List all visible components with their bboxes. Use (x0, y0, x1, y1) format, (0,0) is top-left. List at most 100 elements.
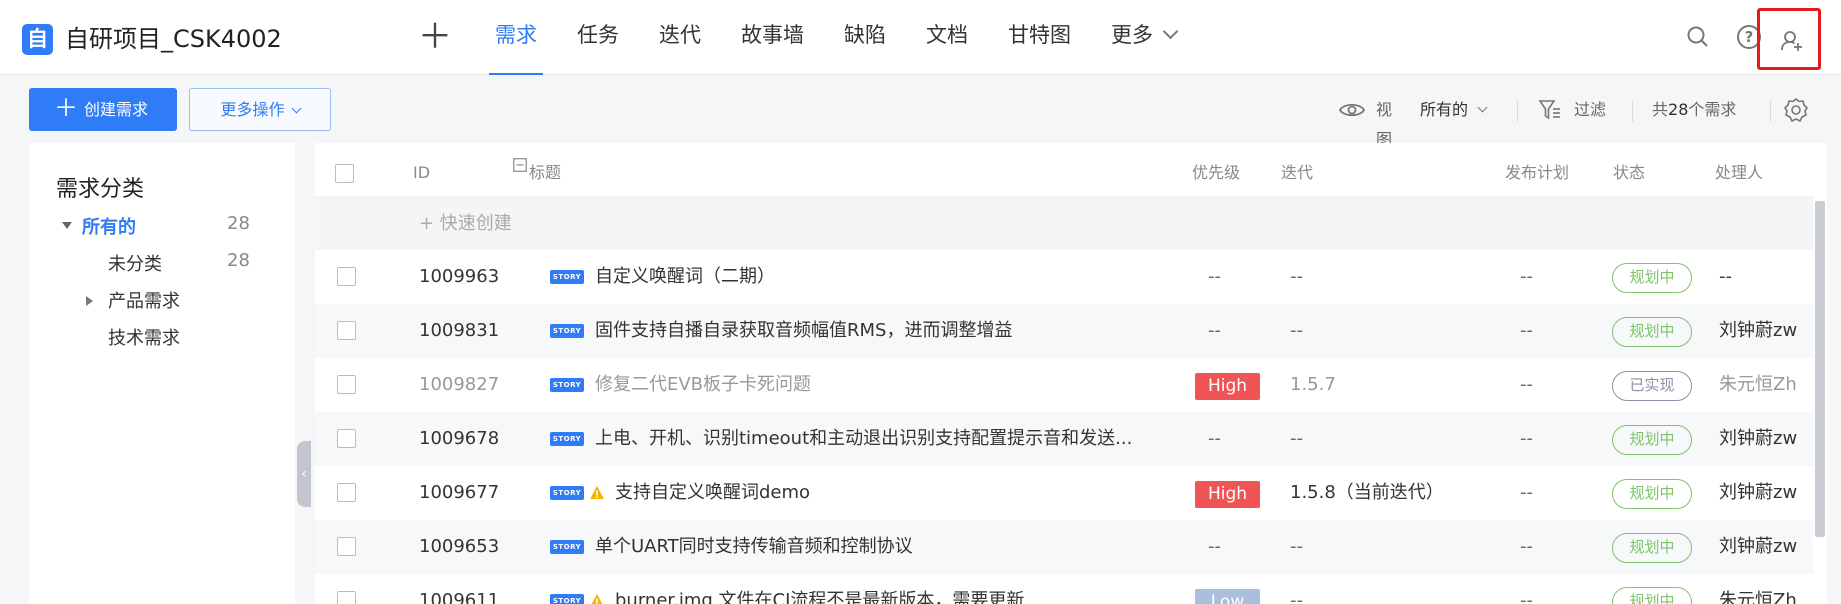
iteration-value[interactable]: -- (1290, 574, 1303, 604)
tab-more[interactable]: 更多 (1111, 0, 1179, 75)
add-member-button[interactable] (1757, 8, 1821, 70)
priority-value[interactable]: -- (1208, 412, 1221, 466)
priority-badge[interactable]: High (1195, 481, 1260, 508)
requirement-id[interactable]: 1009677 (419, 466, 499, 520)
status-badge[interactable]: 规划中 (1612, 587, 1692, 604)
row-checkbox[interactable] (337, 429, 356, 448)
release-value[interactable]: -- (1520, 358, 1533, 412)
assignee-value[interactable]: 刘钟蔚zw (1719, 304, 1813, 358)
row-checkbox[interactable] (337, 321, 356, 340)
priority-value[interactable]: -- (1208, 304, 1221, 358)
sidebar-item-all[interactable]: 所有的 (82, 213, 136, 239)
release-value[interactable]: -- (1520, 412, 1533, 466)
requirement-title[interactable]: 支持自定义唤醒词demo (615, 466, 810, 520)
requirement-title[interactable]: 上电、开机、识别timeout和主动退出识别支持配置提示音和发送... (595, 412, 1132, 466)
status-badge[interactable]: 规划中 (1612, 263, 1692, 293)
story-tag: STORY (550, 432, 584, 446)
requirement-title[interactable]: 自定义唤醒词（二期） (595, 250, 775, 304)
column-header-title[interactable]: 标题 (529, 158, 561, 188)
column-header-assignee[interactable]: 处理人 (1715, 158, 1763, 188)
settings-icon[interactable] (1783, 97, 1809, 127)
row-checkbox[interactable] (337, 375, 356, 394)
table-row[interactable]: 1009678 STORY 上电、开机、识别timeout和主动退出识别支持配置提示… (315, 412, 1813, 466)
more-actions-label: 更多操作 (220, 100, 285, 119)
row-checkbox[interactable] (337, 267, 356, 286)
release-value[interactable]: -- (1520, 304, 1533, 358)
collapse-all-icon[interactable] (513, 157, 527, 176)
sidebar-item-uncategorized[interactable]: 未分类 (108, 250, 162, 276)
priority-badge[interactable]: Low (1195, 589, 1260, 604)
tab-tasks[interactable]: 任务 (577, 0, 619, 75)
release-value[interactable]: -- (1520, 520, 1533, 574)
release-value[interactable]: -- (1520, 466, 1533, 520)
status-badge[interactable]: 已实现 (1612, 371, 1692, 401)
priority-value[interactable]: -- (1208, 520, 1221, 574)
iteration-value[interactable]: 1.5.7 (1290, 358, 1336, 412)
sidebar-item-tech[interactable]: 技术需求 (108, 324, 180, 350)
assignee-value[interactable]: 刘钟蔚zw (1719, 412, 1813, 466)
assignee-value[interactable]: 朱元恒Zh (1719, 574, 1813, 604)
status-badge[interactable]: 规划中 (1612, 479, 1692, 509)
tab-documents[interactable]: 文档 (926, 0, 968, 75)
tab-story-wall[interactable]: 故事墙 (741, 0, 804, 75)
status-badge[interactable]: 规划中 (1612, 317, 1692, 347)
requirement-title[interactable]: burner.img 文件在CI流程不是最新版本，需要更新 (615, 574, 1024, 604)
release-value[interactable]: -- (1520, 250, 1533, 304)
requirement-id[interactable]: 1009827 (419, 358, 499, 412)
table-scrollbar[interactable] (1815, 201, 1825, 537)
tab-iterations[interactable]: 迭代 (659, 0, 701, 75)
assignee-value[interactable]: 刘钟蔚zw (1719, 466, 1813, 520)
quick-create-label: + 快速创建 (419, 213, 512, 234)
tab-defects[interactable]: 缺陷 (844, 0, 886, 75)
column-header-priority[interactable]: 优先级 (1192, 158, 1240, 188)
column-header-status[interactable]: 状态 (1613, 158, 1645, 188)
column-header-iteration[interactable]: 迭代 (1281, 158, 1313, 188)
caret-right-icon[interactable] (86, 296, 93, 306)
row-checkbox[interactable] (337, 537, 356, 556)
requirement-id[interactable]: 1009611 (419, 574, 499, 604)
iteration-value[interactable]: -- (1290, 520, 1303, 574)
add-icon[interactable]: ＋ (418, 20, 452, 54)
quick-create-row[interactable]: + 快速创建 (315, 196, 1813, 250)
table-row[interactable]: 1009677 STORY 支持自定义唤醒词demo High 1.5.8（当前迭代） -… (315, 466, 1813, 520)
status-badge[interactable]: 规划中 (1612, 425, 1692, 455)
iteration-value[interactable]: -- (1290, 250, 1303, 304)
table-row[interactable]: 1009611 STORY burner.img 文件在CI流程不是最新版本，需要更… (315, 574, 1813, 604)
requirement-id[interactable]: 1009963 (419, 250, 499, 304)
priority-value[interactable]: -- (1208, 250, 1221, 304)
table-row[interactable]: 1009831 STORY 固件支持自播自录获取音频幅值RMS，进而调整增益 -- --… (315, 304, 1813, 358)
requirement-title[interactable]: 修复二代EVB板子卡死问题 (595, 358, 811, 412)
requirement-title[interactable]: 固件支持自播自录获取音频幅值RMS，进而调整增益 (595, 304, 1012, 358)
tab-requirements[interactable]: 需求 (489, 0, 543, 75)
collapse-sidebar-handle[interactable]: ‹ (297, 441, 311, 507)
row-checkbox[interactable] (337, 591, 356, 604)
iteration-value[interactable]: -- (1290, 412, 1303, 466)
iteration-value[interactable]: -- (1290, 304, 1303, 358)
priority-badge[interactable]: High (1195, 373, 1260, 400)
requirement-id[interactable]: 1009653 (419, 520, 499, 574)
assignee-value[interactable]: 朱元恒Zh (1719, 358, 1813, 412)
assignee-value[interactable]: 刘钟蔚zw (1719, 520, 1813, 574)
release-value[interactable]: -- (1520, 574, 1533, 604)
table-row[interactable]: 1009963 STORY 自定义唤醒词（二期） -- -- -- 规划中 -- (315, 250, 1813, 304)
requirement-id[interactable]: 1009678 (419, 412, 499, 466)
select-all-checkbox[interactable] (335, 164, 354, 183)
caret-down-icon[interactable] (62, 222, 72, 229)
sidebar-item-product[interactable]: 产品需求 (108, 287, 180, 313)
table-row[interactable]: 1009827 STORY 修复二代EVB板子卡死问题 High 1.5.7 -- 已实现朱… (315, 358, 1813, 412)
search-icon[interactable] (1685, 24, 1711, 50)
requirement-title[interactable]: 单个UART同时支持传输音频和控制协议 (595, 520, 913, 574)
iteration-value[interactable]: 1.5.8（当前迭代） (1290, 466, 1444, 520)
status-badge[interactable]: 规划中 (1612, 533, 1692, 563)
column-header-id[interactable]: ID (413, 158, 430, 188)
column-header-release[interactable]: 发布计划 (1505, 158, 1569, 188)
row-checkbox[interactable] (337, 483, 356, 502)
project-icon[interactable]: 自 (22, 24, 53, 55)
assignee-value[interactable]: -- (1719, 250, 1813, 304)
create-requirement-button[interactable]: ＋ 创建需求 (29, 88, 177, 131)
table-row[interactable]: 1009653 STORY 单个UART同时支持传输音频和控制协议 -- -- -- 规划中… (315, 520, 1813, 574)
tab-gantt[interactable]: 甘特图 (1008, 0, 1071, 75)
project-name[interactable]: 自研项目_CSK4002 (65, 24, 282, 54)
requirement-id[interactable]: 1009831 (419, 304, 499, 358)
more-actions-button[interactable]: 更多操作 (189, 88, 331, 131)
